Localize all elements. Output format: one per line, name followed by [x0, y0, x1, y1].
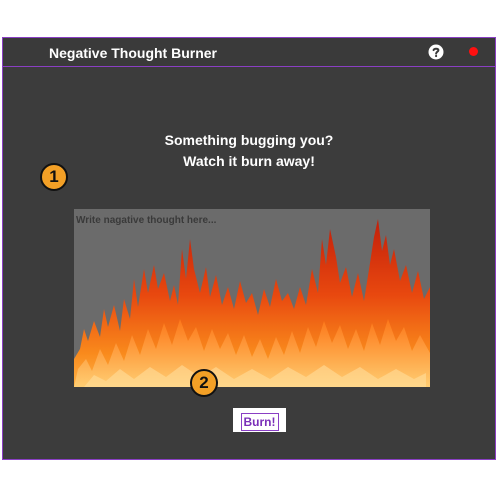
- callout-badge-2: 2: [190, 369, 218, 397]
- burn-button-label: Burn!: [240, 412, 279, 431]
- thought-input[interactable]: [74, 209, 430, 231]
- app-title: Negative Thought Burner: [49, 45, 218, 61]
- flames-image: [74, 219, 430, 387]
- app-window: Negative Thought Burner Something buggin…: [2, 37, 496, 460]
- close-icon[interactable]: [469, 47, 478, 56]
- thought-area: [74, 209, 430, 387]
- headline-line-1: Something bugging you?: [164, 132, 334, 148]
- burn-button[interactable]: Burn!: [233, 408, 286, 432]
- help-icon[interactable]: [428, 44, 444, 60]
- headline-line-2: Watch it burn away!: [183, 153, 315, 169]
- title-bar: Negative Thought Burner: [3, 38, 495, 67]
- callout-badge-1: 1: [40, 163, 68, 191]
